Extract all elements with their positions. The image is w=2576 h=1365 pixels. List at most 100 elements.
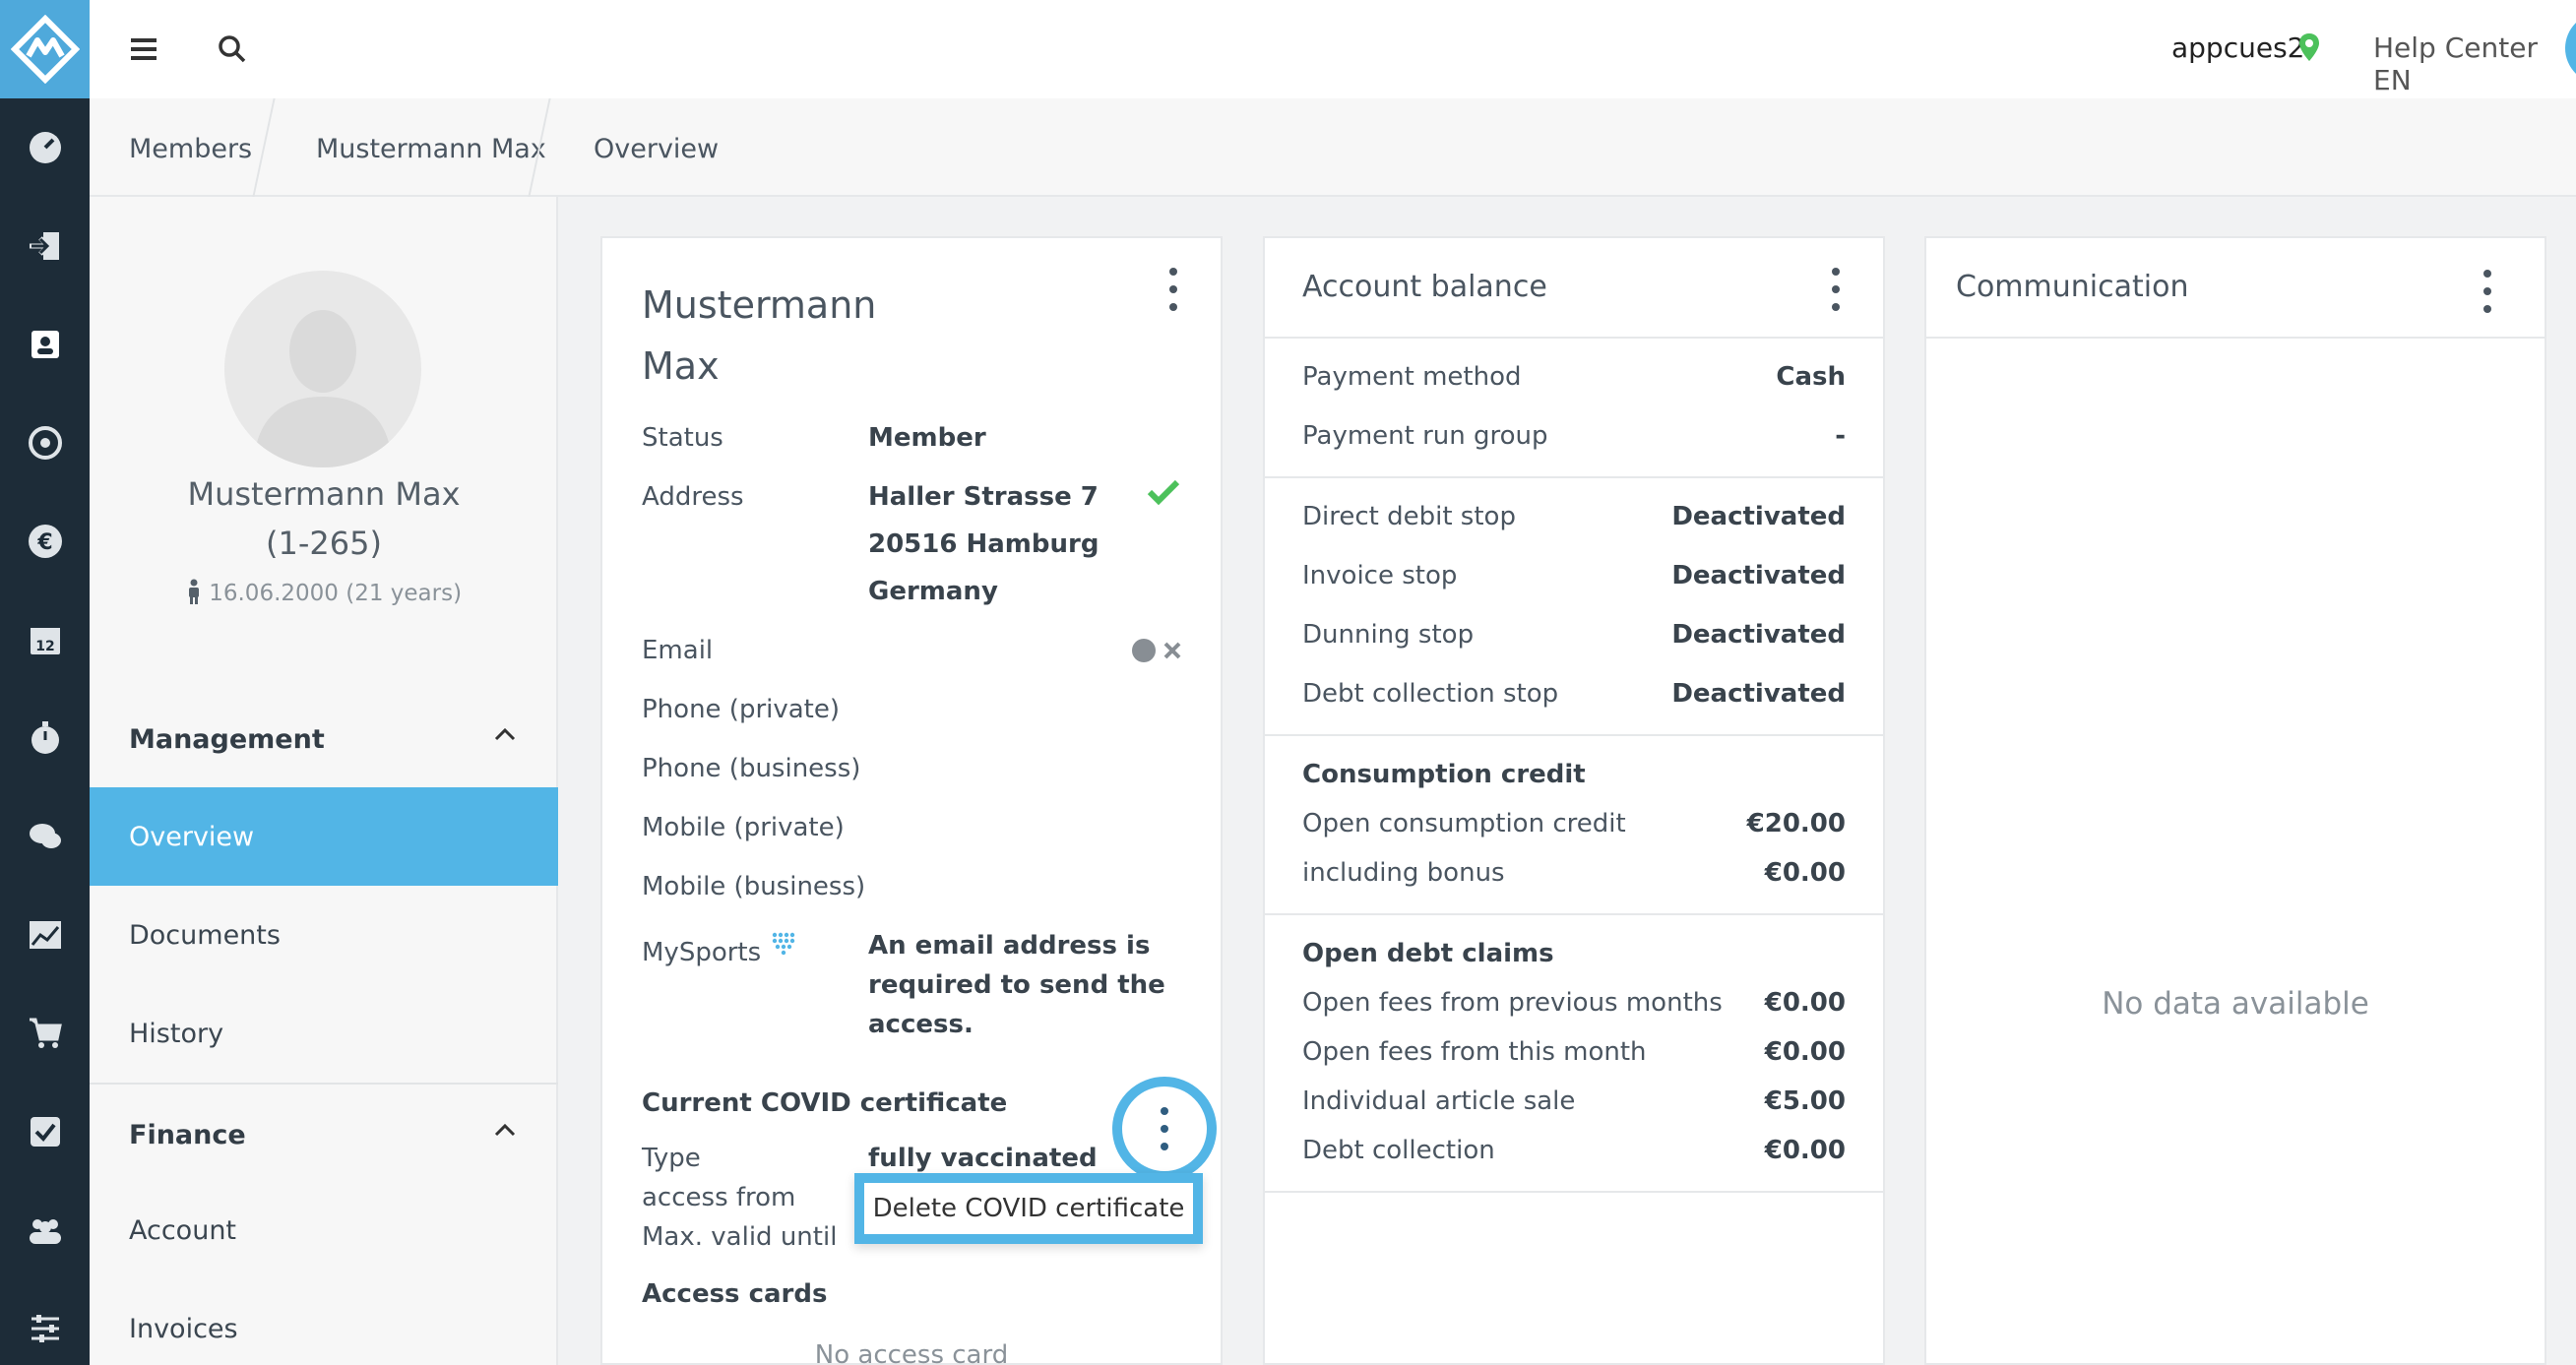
stop-label: Direct debit stop [1302,502,1516,531]
person-silhouette-icon [254,310,392,467]
chevron-up-icon[interactable] [493,1122,517,1142]
communication-header: Communication [1926,238,2545,337]
covid-menu-button[interactable] [1112,1077,1217,1181]
no-data-text: No data available [2102,986,2369,1022]
consumption-row: Open consumption credit €20.00 [1302,809,1846,838]
account-card-menu-icon[interactable] [1826,268,1846,311]
mysports-label-text: MySports [642,938,762,967]
email-not-set-x-icon [1163,642,1181,663]
divider [1265,734,1883,736]
mysports-msg-line-1: An email address is [868,931,1151,961]
mobile-private-label: Mobile (private) [642,813,845,842]
divider [1265,1191,1883,1193]
section-management[interactable]: Management [129,724,325,755]
payment-method-row: Payment method Cash [1302,362,1846,392]
payment-group-label: Payment run group [1302,421,1548,451]
covid-menu-icon[interactable] [1155,1107,1174,1150]
user-name[interactable]: appcues2 [2171,31,2304,64]
dashboard-icon[interactable] [0,118,90,177]
consumption-title: Consumption credit [1302,760,1586,789]
top-bar: appcues2 Help Center EN HC [90,0,2576,98]
debt-value: €0.00 [1764,988,1846,1018]
debt-row: Individual article sale €5.00 [1302,1086,1846,1116]
payment-method-value: Cash [1776,362,1846,392]
settings-wheel-icon[interactable] [0,413,90,472]
address-line-3: Germany [868,577,998,606]
delete-covid-certificate-button[interactable]: Delete COVID certificate [854,1173,1203,1244]
stop-label: Debt collection stop [1302,679,1559,709]
covid-max-valid-label: Max. valid until [642,1222,838,1252]
payment-group-value: - [1835,421,1846,451]
stopwatch-icon[interactable] [0,709,90,768]
member-avatar[interactable] [224,271,421,467]
groups-icon[interactable] [0,1201,90,1260]
communication-card: Communication No data available [1924,236,2546,1365]
divider [1265,337,1883,339]
account-balance-header: Account balance [1265,238,1883,337]
consumption-value: €0.00 [1764,858,1846,888]
member-name: Mustermann Max [187,475,461,513]
icon-rail: € 12 [0,0,90,1365]
stop-value: Deactivated [1671,561,1846,590]
member-first-name: Max [642,344,720,388]
consumption-label: Open consumption credit [1302,809,1626,838]
divider [1926,337,2545,339]
account-balance-title: Account balance [1302,270,1547,304]
app-logo[interactable] [0,0,90,98]
search-icon[interactable] [205,22,260,77]
member-number: (1-265) [266,525,382,562]
breadcrumb-overview: Overview [594,134,720,164]
divider [1265,476,1883,478]
members-icon[interactable] [0,315,90,374]
nav-documents[interactable]: Documents [90,886,558,984]
calendar-icon[interactable]: 12 [0,610,90,669]
nav-history[interactable]: History [90,984,558,1083]
stop-row: Invoice stop Deactivated [1302,561,1846,590]
check-in-icon[interactable] [0,217,90,276]
cart-icon[interactable] [0,1004,90,1063]
stop-value: Deactivated [1671,502,1846,531]
divider [1265,913,1883,915]
payment-group-row: Payment run group - [1302,421,1846,451]
member-sidebar: Mustermann Max (1-265) 16.06.2000 (21 ye… [90,197,558,1365]
chevron-up-icon[interactable] [493,726,517,746]
nav-account[interactable]: Account [90,1181,558,1279]
debt-row: Open fees from previous months €0.00 [1302,988,1846,1018]
section-finance[interactable]: Finance [129,1120,246,1150]
finance-euro-icon[interactable]: € [0,512,90,571]
mysports-msg-line-3: access. [868,1010,974,1039]
covid-access-from-label: access from [642,1183,796,1212]
logo-icon [10,15,80,84]
address-line-1: Haller Strasse 7 [868,482,1099,512]
access-cards-title: Access cards [642,1279,828,1309]
address-verified-check-icon [1147,478,1180,510]
help-center-link[interactable]: Help Center EN [2373,31,2576,96]
consumption-row: including bonus €0.00 [1302,858,1846,888]
svg-text:12: 12 [35,639,54,654]
nav-overview[interactable]: Overview [90,787,558,886]
no-access-card-text: No access card [814,1340,1009,1365]
member-dob-text: 16.06.2000 (21 years) [209,581,463,606]
sliders-icon[interactable] [0,1299,90,1358]
member-dob: 16.06.2000 (21 years) [90,579,558,606]
stop-value: Deactivated [1671,620,1846,650]
checkbox-icon[interactable] [0,1102,90,1161]
chat-icon[interactable] [0,807,90,866]
email-label: Email [642,636,714,665]
breadcrumb-members[interactable]: Members [129,134,252,164]
breadcrumb-member-name[interactable]: Mustermann Max [316,134,546,164]
mysports-msg-line-2: required to send the [868,970,1165,1000]
consumption-label: including bonus [1302,858,1505,888]
stop-row: Debt collection stop Deactivated [1302,679,1846,709]
personal-card-menu-icon[interactable] [1163,268,1183,311]
chart-icon[interactable] [0,905,90,964]
consumption-value: €20.00 [1746,809,1846,838]
person-icon [188,579,199,604]
debt-row: Debt collection €0.00 [1302,1136,1846,1165]
communication-card-menu-icon[interactable] [2478,270,2497,313]
mobile-business-label: Mobile (business) [642,872,866,901]
nav-invoices[interactable]: Invoices [90,1279,558,1365]
menu-icon[interactable] [116,22,171,77]
debt-label: Open fees from previous months [1302,988,1723,1018]
breadcrumb: Members Mustermann Max Overview [90,98,2576,197]
